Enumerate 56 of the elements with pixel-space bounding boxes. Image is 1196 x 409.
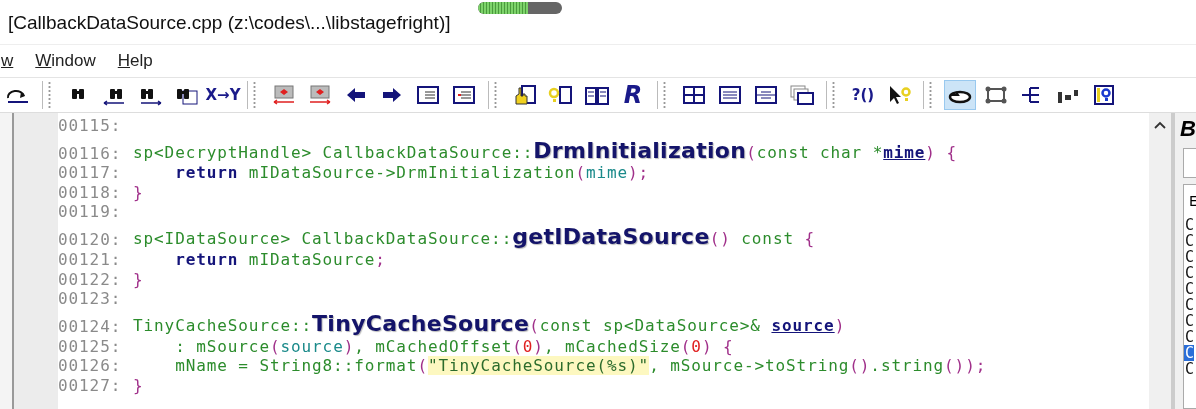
- code-line: mName = String8::format("TinyCacheSource(%s)", mSource->toString().string());: [174, 356, 987, 376]
- line-number: 00116:: [58, 143, 123, 163]
- list-item[interactable]: C: [1184, 313, 1195, 329]
- code-line: return mIDataSource->DrmInitialization(mime);: [174, 163, 650, 183]
- line-number: 00124:: [58, 317, 123, 337]
- list-item[interactable]: C: [1184, 329, 1195, 345]
- toolbar-button[interactable]: ?(): [847, 80, 879, 110]
- list-item[interactable]: C: [1184, 297, 1195, 313]
- menu-item[interactable]: w: [1, 51, 14, 71]
- scroll-up-icon[interactable]: [1154, 121, 1166, 129]
- menu-item[interactable]: Help: [117, 51, 153, 71]
- line-number: 00126:: [58, 356, 123, 376]
- line-number: 00125:: [58, 336, 123, 356]
- toolbar-button[interactable]: X→Y: [207, 80, 239, 110]
- code-line: sp<IDataSource> CallbackDataSource::getIDataSource() const {: [133, 225, 816, 250]
- menu-item[interactable]: Window: [35, 51, 96, 71]
- line-number: 00121:: [58, 249, 123, 269]
- help-document-icon: [1091, 84, 1117, 106]
- code-line: sp<DecryptHandle> CallbackDataSource::DrmInitialization(const char *mime) {: [133, 138, 957, 163]
- list-item[interactable]: C: [1184, 249, 1195, 265]
- list-item[interactable]: C: [1184, 345, 1195, 361]
- list-item[interactable]: C: [1184, 281, 1195, 297]
- window-title: [CallbackDataSource.cpp (z:\codes\...\libstagefright)]: [8, 12, 451, 34]
- line-number: 00122:: [58, 269, 123, 289]
- list-item[interactable]: C: [1184, 265, 1195, 281]
- list-item[interactable]: C: [1184, 361, 1195, 377]
- code-line: }: [133, 182, 144, 202]
- code-line: : mSource(source), mCachedOffset(0), mCachedSize(0) {: [174, 336, 734, 356]
- cascade-windows-icon: [789, 84, 815, 106]
- previous-window-icon: [271, 84, 297, 106]
- line-number: 00120:: [58, 230, 123, 250]
- next-window-icon: [307, 84, 333, 106]
- hand-document-icon: [512, 84, 538, 106]
- code-line: return mIDataSource;: [174, 249, 386, 269]
- line-number: 00123:: [58, 289, 123, 309]
- list-jump-icon: [415, 84, 441, 106]
- line-number: 00119:: [58, 202, 123, 222]
- code-line: }: [133, 375, 144, 395]
- list-header: E: [1189, 193, 1196, 209]
- help-document-icon: [548, 84, 574, 106]
- code-line: TinyCacheSource::TinyCacheSource(const sp<DataSource>& source): [133, 312, 846, 337]
- toolbar-button[interactable]: R: [617, 80, 649, 110]
- window-list-icon: [717, 84, 743, 106]
- code-line: }: [133, 269, 144, 289]
- line-number: 00117:: [58, 163, 123, 183]
- line-number: 00127:: [58, 375, 123, 395]
- list-item[interactable]: C: [1184, 233, 1195, 249]
- list-item[interactable]: C: [1184, 217, 1195, 233]
- book-icon: [584, 84, 610, 106]
- line-number: 00118:: [58, 182, 123, 202]
- list-jump-icon: [451, 84, 477, 106]
- window-split-icon: [753, 84, 779, 106]
- window-grid-icon: [681, 84, 707, 106]
- panel-title: B: [1180, 116, 1196, 142]
- toolbar-button[interactable]: [944, 80, 976, 110]
- line-number: 00115:: [58, 115, 123, 135]
